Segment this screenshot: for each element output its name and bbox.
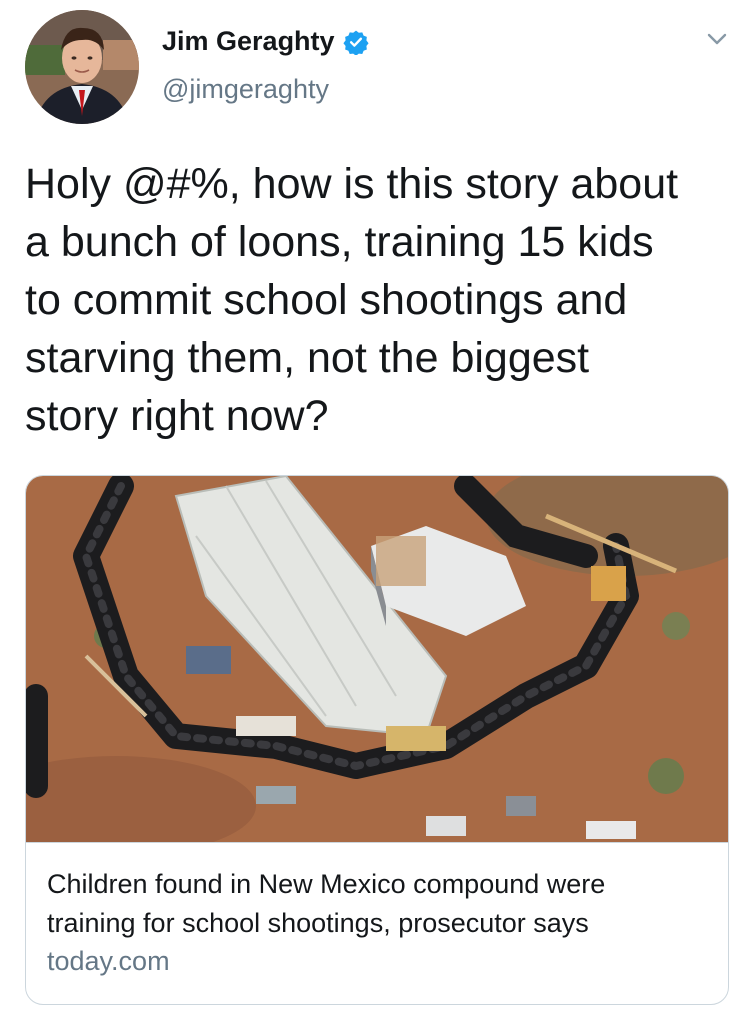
card-title-line[interactable]: training for school shootings, prosecuto… (47, 904, 717, 943)
author-avatar[interactable] (25, 10, 139, 124)
verified-badge-icon (342, 29, 369, 55)
chevron-down-icon[interactable] (702, 28, 732, 50)
tweet-text-line: a bunch of loons, training 15 kids (25, 218, 654, 266)
card-domain[interactable]: today.com (47, 946, 170, 977)
tweet-text-line: to commit school shootings and (25, 276, 628, 324)
card-title[interactable]: Children found in New Mexico compound we… (47, 865, 717, 943)
card-title-line[interactable]: Children found in New Mexico compound we… (47, 865, 717, 904)
aerial-compound-photo[interactable] (26, 476, 728, 842)
tweet-text-line: story right now? (25, 392, 329, 440)
author-name-row[interactable]: Jim Geraghty (162, 26, 369, 57)
tweet-text-line: Holy @#%, how is this story about (25, 160, 679, 208)
tweet-text: Holy @#%, how is this story about a bunc… (25, 155, 740, 445)
card-divider (26, 842, 728, 843)
tweet-text-line: starving them, not the biggest (25, 334, 590, 382)
link-preview-card[interactable]: Children found in New Mexico compound we… (25, 475, 729, 1005)
author-name[interactable]: Jim Geraghty (162, 26, 335, 57)
author-handle[interactable]: @jimgeraghty (162, 74, 329, 105)
